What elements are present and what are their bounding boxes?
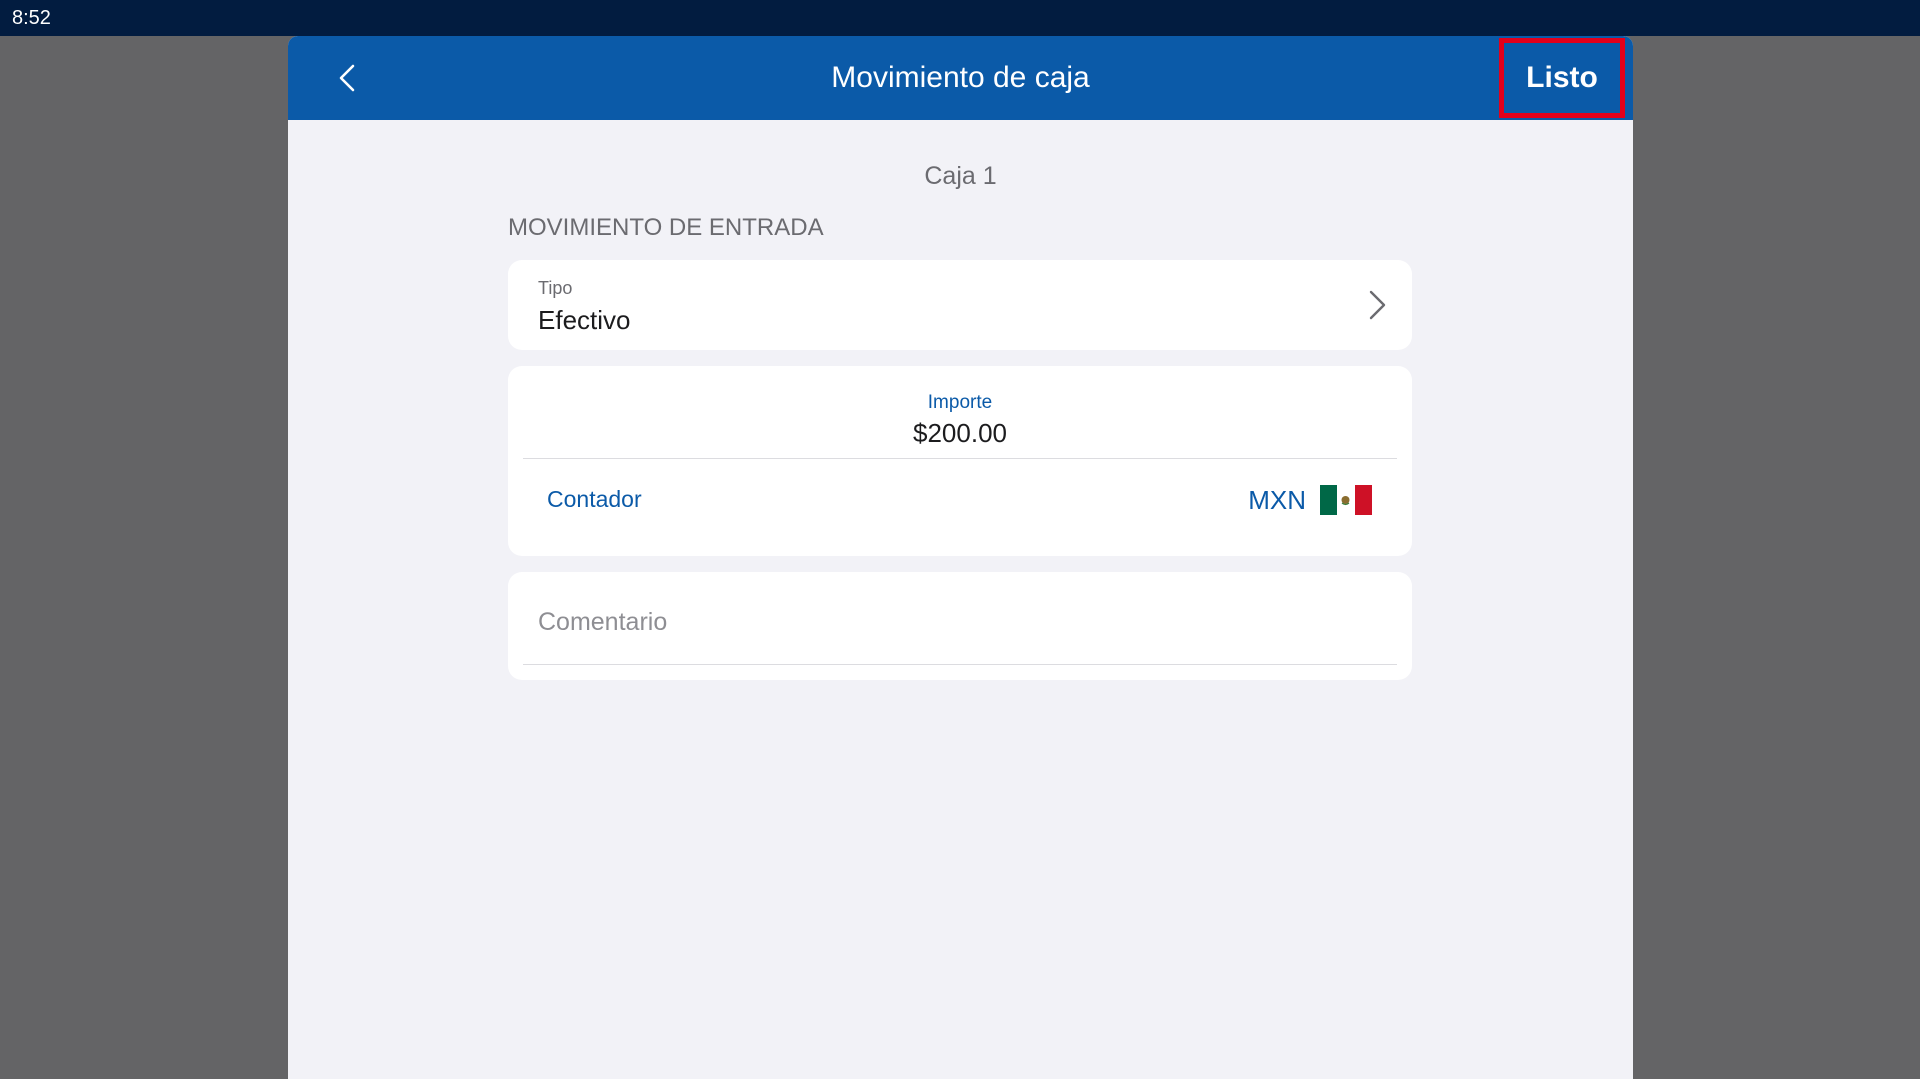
comment-card	[508, 572, 1412, 680]
amount-label: Importe	[927, 392, 993, 413]
currency-code: MXN	[1248, 484, 1306, 515]
comment-divider	[523, 664, 1397, 665]
back-button[interactable]	[328, 58, 368, 98]
chevron-right-icon	[1369, 290, 1386, 320]
type-selector[interactable]: Tipo Efectivo	[508, 260, 1412, 350]
cash-movement-dialog: Movimiento de caja Listo Caja 1 MOVIMIEN…	[288, 36, 1633, 1079]
amount-divider	[523, 458, 1397, 459]
done-button[interactable]: Listo	[1499, 38, 1625, 118]
comment-input[interactable]	[538, 602, 1382, 642]
type-label: Tipo	[538, 278, 573, 298]
status-bar: 8:52	[0, 0, 1920, 36]
currency-selector[interactable]: MXN	[1248, 484, 1372, 516]
counter-button[interactable]: Contador	[547, 486, 642, 513]
amount-card: Importe $200.00 Contador MXN	[508, 366, 1412, 556]
register-name: Caja 1	[924, 162, 997, 190]
status-time: 8:52	[12, 7, 51, 29]
type-value: Efectivo	[538, 305, 631, 335]
section-header: MOVIMIENTO DE ENTRADA	[508, 214, 824, 241]
amount-value[interactable]: $200.00	[508, 418, 1412, 449]
page-title: Movimiento de caja	[831, 61, 1090, 94]
mexico-flag-icon	[1320, 485, 1372, 515]
nav-bar: Movimiento de caja Listo	[288, 36, 1633, 120]
chevron-left-icon	[339, 64, 355, 92]
